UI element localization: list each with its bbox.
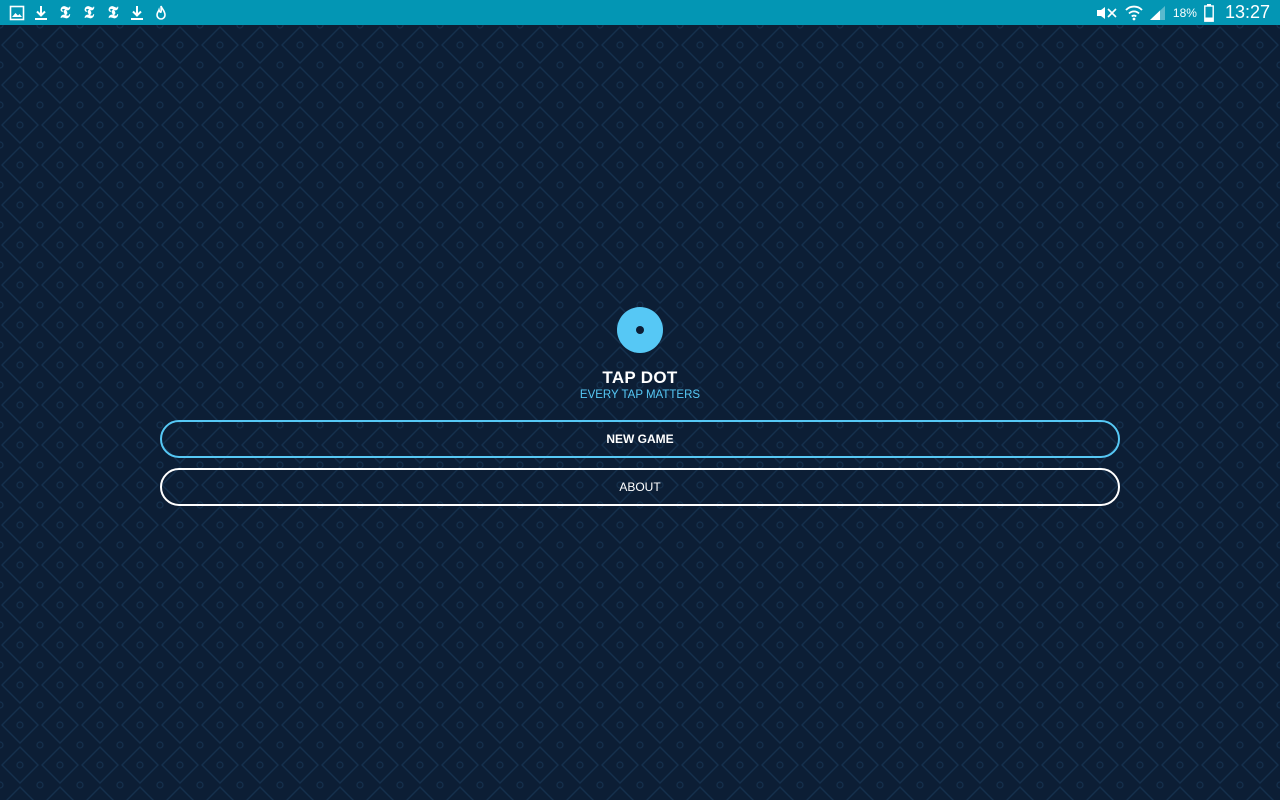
- new-game-button[interactable]: NEW GAME: [160, 420, 1120, 458]
- app-logo-dot-icon: [617, 307, 663, 353]
- app-title: TAP DOT: [602, 368, 678, 387]
- new-game-label: NEW GAME: [606, 432, 674, 446]
- logo-center-dot: [636, 326, 644, 334]
- about-button[interactable]: ABOUT: [160, 468, 1120, 506]
- main-menu: TAP DOT EVERY TAP MATTERS NEW GAME ABOUT: [0, 0, 1280, 800]
- app-subtitle: EVERY TAP MATTERS: [579, 389, 701, 401]
- about-label: ABOUT: [619, 480, 661, 494]
